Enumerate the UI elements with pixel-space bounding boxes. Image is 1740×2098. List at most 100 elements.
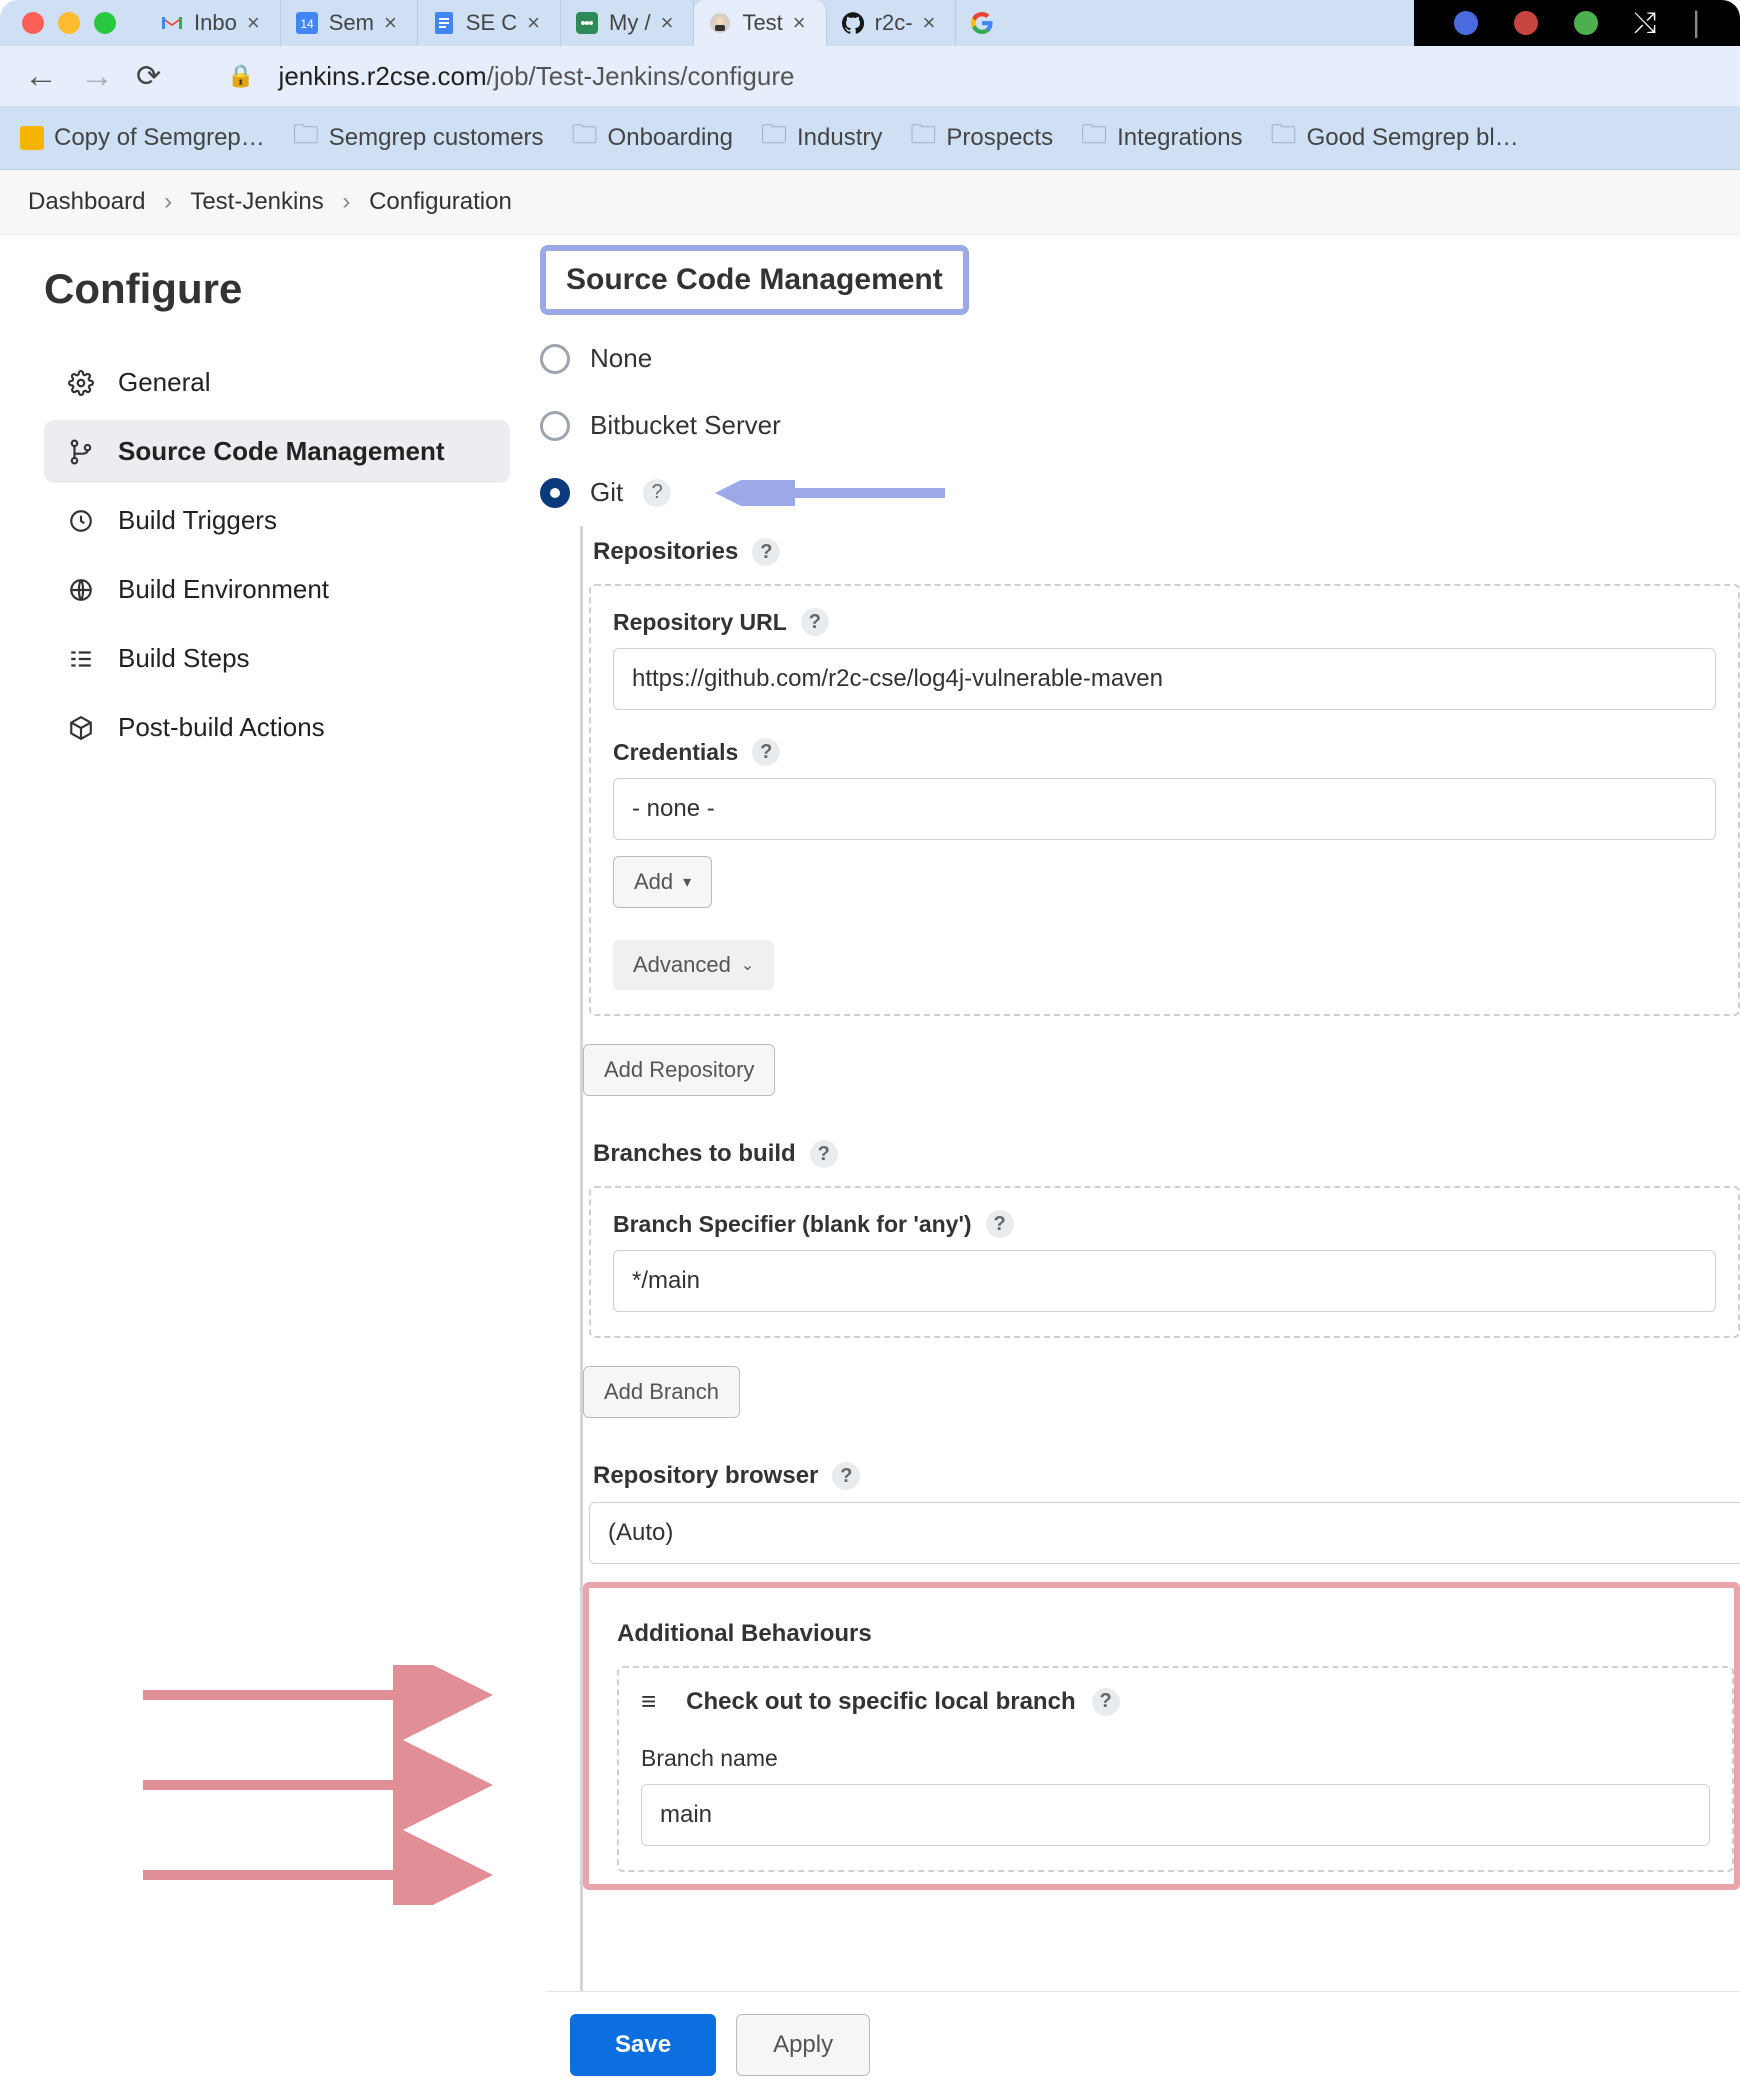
help-icon[interactable]: ?	[810, 1140, 838, 1168]
radio-label: Bitbucket Server	[590, 410, 781, 441]
package-icon	[66, 713, 96, 743]
sidebar-item-triggers[interactable]: Build Triggers	[44, 489, 510, 552]
close-icon[interactable]: ×	[661, 10, 674, 36]
folder-icon: 🗀	[293, 116, 319, 160]
close-icon[interactable]: ×	[923, 10, 936, 36]
close-icon[interactable]: ×	[793, 10, 806, 36]
docs-icon	[432, 11, 456, 35]
breadcrumb-link[interactable]: Configuration	[369, 188, 512, 215]
tab-label: Sem	[329, 10, 374, 36]
help-icon[interactable]: ?	[643, 479, 671, 507]
folder-icon: 🗀	[910, 116, 936, 160]
button-label: Save	[615, 2031, 671, 2059]
steps-icon	[66, 644, 96, 674]
sidebar-item-steps[interactable]: Build Steps	[44, 627, 510, 690]
bookmark-item[interactable]: 🗀Semgrep customers	[293, 116, 544, 160]
bookmark-item[interactable]: 🗀 Good Semgrep bl…	[1271, 116, 1519, 160]
help-icon[interactable]: ?	[986, 1210, 1014, 1238]
radio-none[interactable]	[540, 344, 570, 374]
page-title: Configure	[44, 265, 510, 313]
folder-icon: 🗀	[1081, 116, 1107, 160]
help-icon[interactable]: ?	[832, 1462, 860, 1490]
globe-icon	[66, 575, 96, 605]
help-icon[interactable]: ?	[752, 738, 780, 766]
browser-tab[interactable]: r2c- ×	[827, 0, 957, 46]
help-icon[interactable]: ?	[801, 608, 829, 636]
add-branch-button[interactable]: Add Branch	[583, 1366, 740, 1418]
bookmark-label: Industry	[797, 124, 882, 152]
reload-button[interactable]: ⟳	[136, 59, 161, 94]
button-label: Advanced	[633, 952, 731, 978]
help-icon[interactable]: ?	[752, 538, 780, 566]
button-label: Add Repository	[604, 1057, 754, 1083]
close-icon[interactable]: ×	[384, 10, 397, 36]
repo-url-input[interactable]	[613, 648, 1716, 710]
help-icon[interactable]: ?	[1092, 1688, 1120, 1716]
window-close-button[interactable]	[22, 12, 44, 34]
credentials-select[interactable]: - none -	[613, 778, 1716, 840]
folder-icon: 🗀	[1271, 116, 1297, 160]
browser-tab[interactable]	[956, 0, 1014, 46]
advanced-button[interactable]: Advanced ⌄	[613, 940, 774, 990]
google-icon	[970, 11, 994, 35]
bookmark-item[interactable]: 🗀Onboarding	[572, 116, 733, 160]
browser-tabstrip: Inbo × 14 Sem × SE C × My / ×	[146, 0, 1414, 46]
branch-name-input[interactable]	[641, 1784, 1710, 1846]
breadcrumb-link[interactable]: Test-Jenkins	[190, 188, 323, 215]
back-button[interactable]: ←	[24, 57, 56, 96]
window-minimize-button[interactable]	[58, 12, 80, 34]
sidebar-item-label: General	[118, 367, 211, 398]
section-header-scm: Source Code Management	[540, 245, 969, 315]
close-icon[interactable]: ×	[247, 10, 260, 36]
radio-label: Git	[590, 477, 623, 508]
svg-text:14: 14	[300, 17, 314, 31]
radio-label: None	[590, 343, 652, 374]
radio-bitbucket[interactable]	[540, 411, 570, 441]
bookmark-item[interactable]: 🗀Prospects	[910, 116, 1053, 160]
repository-block: Repository URL ? Credentials ? - none - …	[589, 584, 1740, 1016]
browser-tab[interactable]: My / ×	[561, 0, 694, 46]
bookmark-label: Good Semgrep bl…	[1307, 124, 1519, 152]
sidebar-item-postbuild[interactable]: Post-build Actions	[44, 696, 510, 759]
add-credentials-button[interactable]: Add ▾	[613, 856, 712, 908]
sidebar: Configure General Source Code Management…	[0, 235, 540, 2030]
branch-specifier-input[interactable]	[613, 1250, 1716, 1312]
repo-browser-select[interactable]: (Auto)	[589, 1502, 1740, 1564]
bookmark-item[interactable]: Copy of Semgrep…	[20, 124, 265, 152]
window-traffic-lights	[22, 12, 116, 34]
browser-tab-active[interactable]: Test ×	[694, 0, 826, 46]
sidebar-item-general[interactable]: General	[44, 351, 510, 414]
browser-tab[interactable]: Inbo ×	[146, 0, 281, 46]
bookmark-label: Copy of Semgrep…	[54, 124, 265, 152]
calendar-icon: 14	[295, 11, 319, 35]
close-icon[interactable]: ×	[527, 10, 540, 36]
drag-handle-icon[interactable]: ≡	[641, 1686, 656, 1717]
apply-button[interactable]: Apply	[736, 2014, 870, 2076]
window-zoom-button[interactable]	[94, 12, 116, 34]
browser-tab[interactable]: 14 Sem ×	[281, 0, 418, 46]
shuffle-icon[interactable]: ⤭	[1634, 7, 1656, 40]
sidebar-item-environment[interactable]: Build Environment	[44, 558, 510, 621]
browser-address-bar: ← → ⟳ 🔒 jenkins.r2cse.com/job/Test-Jenki…	[0, 46, 1740, 106]
tab-label: Inbo	[194, 10, 237, 36]
button-label: Add	[634, 869, 673, 895]
radio-git[interactable]	[540, 478, 570, 508]
browser-tab[interactable]: SE C ×	[418, 0, 561, 46]
bookmark-item[interactable]: 🗀Integrations	[1081, 116, 1242, 160]
jenkins-icon	[708, 11, 732, 35]
forward-button[interactable]: →	[80, 57, 112, 96]
url-display[interactable]: jenkins.r2cse.com/job/Test-Jenkins/confi…	[279, 61, 795, 92]
repo-browser-value: (Auto)	[608, 1519, 673, 1546]
add-repository-button[interactable]: Add Repository	[583, 1044, 775, 1096]
app-icon	[575, 11, 599, 35]
breadcrumb-link[interactable]: Dashboard	[28, 188, 145, 215]
lock-icon[interactable]: 🔒	[227, 63, 254, 89]
credentials-value: - none -	[632, 795, 715, 822]
bookmark-item[interactable]: 🗀Industry	[761, 116, 882, 160]
save-button[interactable]: Save	[570, 2014, 716, 2076]
footer-bar: Save Apply	[546, 1991, 1740, 2098]
chevron-right-icon: ›	[164, 188, 172, 215]
content: Source Code Management None Bitbucket Se…	[540, 235, 1740, 2030]
gear-icon	[66, 368, 96, 398]
sidebar-item-scm[interactable]: Source Code Management	[44, 420, 510, 483]
